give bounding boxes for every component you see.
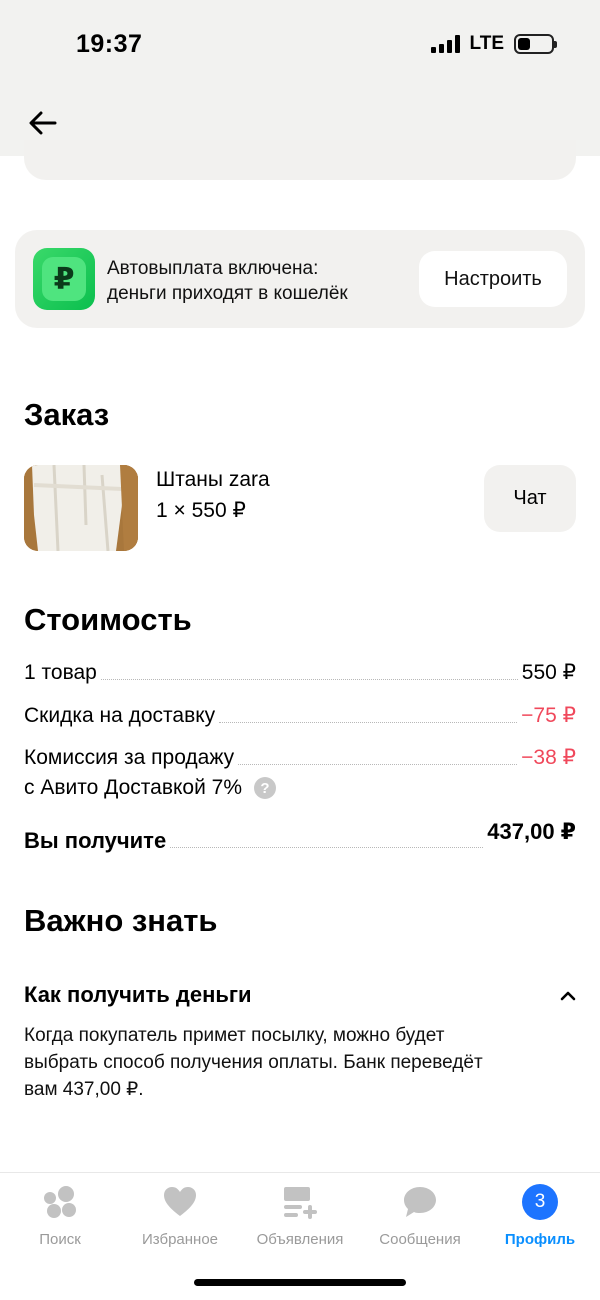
cost-label: Комиссия за продажу [24, 746, 235, 769]
product-photo [24, 465, 138, 551]
status-indicators: LTE [430, 33, 557, 55]
profile-badge: 3 [522, 1184, 558, 1220]
commission-sub-label: с Авито Доставкой 7% [24, 776, 242, 799]
ruble-wallet-icon: ₽ [33, 248, 95, 310]
tab-label: Профиль [504, 1231, 576, 1248]
listings-add-icon [280, 1183, 320, 1221]
search-dots-icon [40, 1183, 80, 1221]
tab-favorites[interactable]: Избранное [120, 1183, 240, 1248]
autopay-line2: деньги приходят в кошелёк [107, 283, 348, 304]
cost-row-items: 1 товар 550 ₽ [24, 660, 576, 685]
accordion-line: вам 437,00 ₽. [24, 1079, 144, 1100]
accordion-title[interactable]: Как получить деньги [24, 982, 252, 1008]
cost-row-delivery-discount: Скидка на доставку −75 ₽ [24, 703, 576, 728]
tab-search[interactable]: Поиск [0, 1183, 120, 1248]
autopay-card: ₽ Автовыплата включена: деньги приходят … [15, 230, 585, 328]
cost-label: 1 товар [24, 661, 97, 684]
total-label: Вы получите [24, 828, 167, 853]
battery-icon [514, 34, 557, 54]
cost-value: −75 ₽ [521, 704, 576, 727]
ruble-glyph: ₽ [42, 257, 86, 301]
signal-icon [430, 35, 460, 53]
autopay-text: Автовыплата включена: деньги приходят в … [107, 256, 348, 306]
dotted-leader [170, 847, 484, 848]
profile-badge-icon: 3 [520, 1183, 560, 1221]
chat-button[interactable]: Чат [484, 465, 576, 532]
tab-label: Избранное [141, 1231, 219, 1248]
chevron-up-icon[interactable] [558, 988, 578, 1004]
product-quantity-price: 1 × 550 ₽ [156, 499, 246, 522]
accordion-body: Когда покупатель примет посылку, можно б… [24, 1022, 554, 1103]
back-button[interactable] [26, 106, 60, 140]
status-time: 19:37 [76, 30, 143, 58]
help-icon[interactable]: ? [254, 777, 276, 799]
cost-title: Стоимость [24, 602, 192, 637]
cost-row-total: Вы получите 437,00 ₽ [24, 819, 576, 853]
tab-label: Объявления [256, 1231, 344, 1248]
product-name[interactable]: Штаны zara [156, 468, 270, 492]
cost-value: −38 ₽ [521, 746, 576, 769]
dotted-leader [219, 722, 518, 723]
tab-messages[interactable]: Сообщения [360, 1183, 480, 1248]
chat-bubble-icon [400, 1183, 440, 1221]
cost-value: 550 ₽ [521, 661, 576, 684]
cost-label: Скидка на доставку [24, 704, 216, 727]
dotted-leader [100, 679, 518, 680]
product-image[interactable] [24, 465, 138, 551]
configure-button[interactable]: Настроить [419, 251, 567, 307]
home-indicator [194, 1279, 406, 1286]
status-bar: 19:37 LTE [0, 0, 600, 92]
heart-icon [160, 1183, 200, 1221]
tab-label: Сообщения [379, 1231, 461, 1248]
tab-label: Поиск [39, 1231, 81, 1248]
arrow-left-icon [29, 111, 57, 135]
commission-subtitle: с Авито Доставкой 7% ? [24, 776, 276, 800]
network-label: LTE [469, 33, 504, 54]
autopay-line1: Автовыплата включена: [107, 258, 319, 279]
total-value: 437,00 ₽ [487, 819, 576, 844]
order-title: Заказ [24, 397, 110, 432]
dotted-leader [238, 764, 518, 765]
accordion-line: выбрать способ получения оплаты. Банк пе… [24, 1052, 483, 1073]
cost-row-commission: Комиссия за продажу −38 ₽ [24, 745, 576, 770]
info-title: Важно знать [24, 903, 218, 938]
tab-listings[interactable]: Объявления [240, 1183, 360, 1248]
accordion-line: Когда покупатель примет посылку, можно б… [24, 1025, 445, 1046]
tab-profile[interactable]: 3 Профиль [480, 1183, 600, 1248]
previous-card [24, 140, 576, 180]
